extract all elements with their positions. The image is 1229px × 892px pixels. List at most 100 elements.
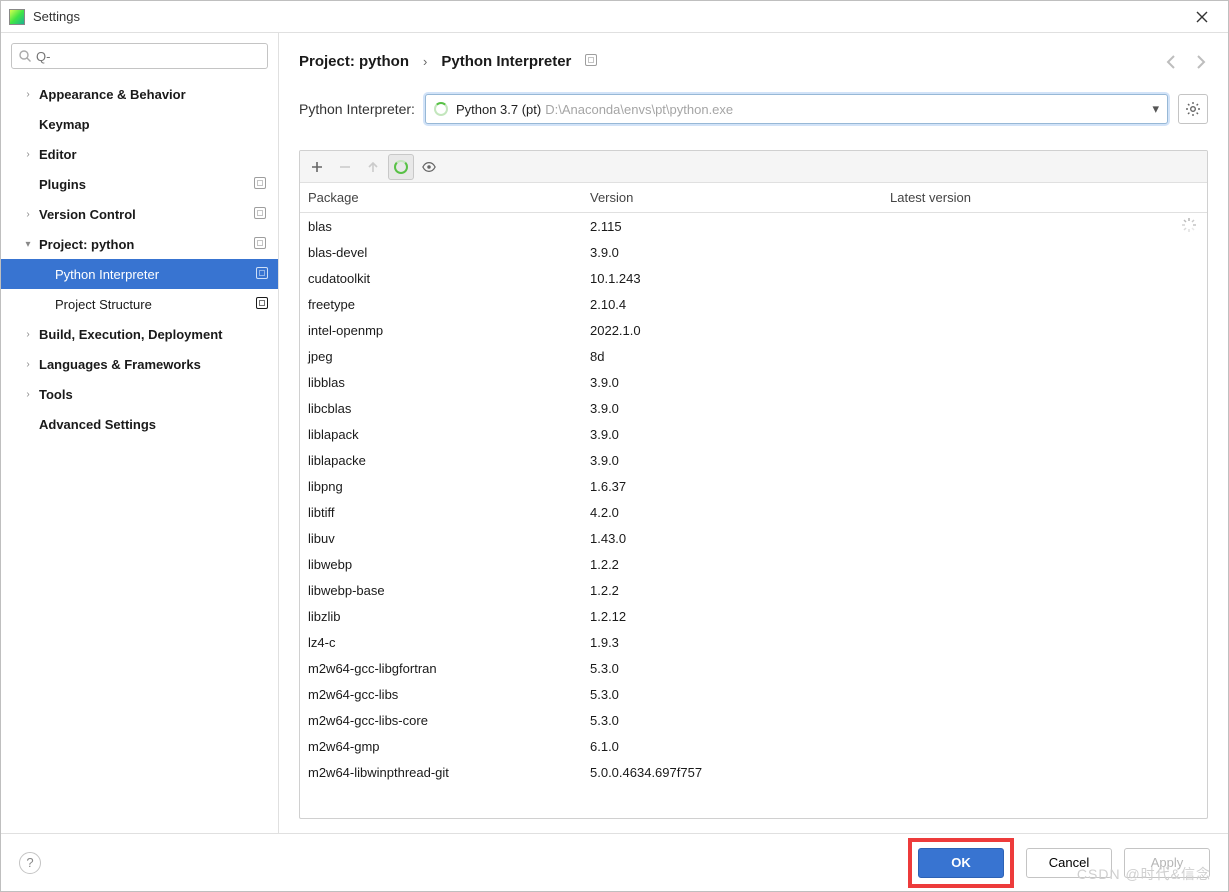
sidebar-item-build-execution-deployment[interactable]: ›Build, Execution, Deployment	[1, 319, 278, 349]
sidebar-item-appearance-behavior[interactable]: ›Appearance & Behavior	[1, 79, 278, 109]
scope-icon	[256, 267, 268, 282]
eye-icon	[422, 160, 436, 174]
sidebar-item-advanced-settings[interactable]: Advanced Settings	[1, 409, 278, 439]
sidebar-item-label: Advanced Settings	[39, 417, 268, 432]
package-version: 5.3.0	[590, 687, 890, 702]
package-version: 1.2.12	[590, 609, 890, 624]
column-latest[interactable]: Latest version	[890, 190, 1207, 205]
packages-list[interactable]: blas2.115blas-devel3.9.0cudatoolkit10.1.…	[300, 213, 1207, 818]
package-name: libwebp-base	[300, 583, 590, 598]
column-package[interactable]: Package	[300, 190, 590, 205]
breadcrumb-project[interactable]: Project: python	[299, 53, 409, 70]
package-row[interactable]: liblapack3.9.0	[300, 421, 1207, 447]
breadcrumb-page: Python Interpreter	[441, 53, 571, 70]
package-row[interactable]: libtiff4.2.0	[300, 499, 1207, 525]
package-row[interactable]: jpeg8d	[300, 343, 1207, 369]
package-version: 5.3.0	[590, 713, 890, 728]
upgrade-package-button	[360, 154, 386, 180]
sidebar-item-editor[interactable]: ›Editor	[1, 139, 278, 169]
column-version[interactable]: Version	[590, 190, 890, 205]
ok-button[interactable]: OK	[918, 848, 1004, 878]
scope-icon	[254, 207, 268, 221]
chevron-right-icon: ›	[17, 89, 39, 100]
search-input[interactable]	[11, 43, 268, 69]
scope-icon	[585, 54, 597, 69]
package-row[interactable]: libwebp-base1.2.2	[300, 577, 1207, 603]
package-row[interactable]: freetype2.10.4	[300, 291, 1207, 317]
package-version: 2.115	[590, 219, 890, 234]
chevron-down-icon: ▾	[1152, 101, 1159, 117]
package-version: 3.9.0	[590, 453, 890, 468]
interpreter-path: D:\Anaconda\envs\pt\python.exe	[545, 102, 733, 117]
package-name: m2w64-gcc-libs-core	[300, 713, 590, 728]
cancel-button[interactable]: Cancel	[1026, 848, 1112, 878]
package-row[interactable]: m2w64-gcc-libs-core5.3.0	[300, 707, 1207, 733]
package-row[interactable]: libblas3.9.0	[300, 369, 1207, 395]
package-row[interactable]: libuv1.43.0	[300, 525, 1207, 551]
window-close-button[interactable]	[1184, 1, 1220, 33]
package-row[interactable]: m2w64-gcc-libgfortran5.3.0	[300, 655, 1207, 681]
sidebar-item-project-python[interactable]: ▾Project: python	[1, 229, 278, 259]
chevron-right-icon: ›	[17, 359, 39, 370]
package-row[interactable]: blas2.115	[300, 213, 1207, 239]
package-version: 8d	[590, 349, 890, 364]
sidebar-item-languages-frameworks[interactable]: ›Languages & Frameworks	[1, 349, 278, 379]
package-row[interactable]: intel-openmp2022.1.0	[300, 317, 1207, 343]
package-version: 3.9.0	[590, 375, 890, 390]
sidebar-item-version-control[interactable]: ›Version Control	[1, 199, 278, 229]
package-row[interactable]: m2w64-libwinpthread-git5.0.0.4634.697f75…	[300, 759, 1207, 785]
package-name: lz4-c	[300, 635, 590, 650]
package-row[interactable]: cudatoolkit10.1.243	[300, 265, 1207, 291]
chevron-right-icon: ›	[17, 149, 39, 160]
search-field[interactable]	[36, 49, 261, 64]
nav-back-icon[interactable]	[1164, 54, 1180, 70]
packages-toolbar	[300, 151, 1207, 183]
show-early-releases-button[interactable]	[416, 154, 442, 180]
package-name: m2w64-libwinpthread-git	[300, 765, 590, 780]
package-row[interactable]: libpng1.6.37	[300, 473, 1207, 499]
package-row[interactable]: lz4-c1.9.3	[300, 629, 1207, 655]
interpreter-label: Python Interpreter:	[299, 101, 415, 117]
package-name: blas-devel	[300, 245, 590, 260]
package-name: m2w64-gcc-libs	[300, 687, 590, 702]
package-version: 4.2.0	[590, 505, 890, 520]
package-row[interactable]: libcblas3.9.0	[300, 395, 1207, 421]
package-name: m2w64-gcc-libgfortran	[300, 661, 590, 676]
package-version: 10.1.243	[590, 271, 890, 286]
nav-forward-icon[interactable]	[1192, 54, 1208, 70]
package-name: libwebp	[300, 557, 590, 572]
interpreter-select[interactable]: Python 3.7 (pt) D:\Anaconda\envs\pt\pyth…	[425, 94, 1168, 124]
close-icon	[1196, 11, 1208, 23]
package-name: libpng	[300, 479, 590, 494]
interpreter-name: Python 3.7 (pt)	[456, 102, 541, 117]
loading-icon	[1181, 217, 1197, 233]
sidebar-item-keymap[interactable]: Keymap	[1, 109, 278, 139]
app-icon	[9, 9, 25, 25]
interpreter-settings-button[interactable]	[1178, 94, 1208, 124]
package-row[interactable]: m2w64-gcc-libs5.3.0	[300, 681, 1207, 707]
sidebar-item-plugins[interactable]: Plugins	[1, 169, 278, 199]
help-button[interactable]: ?	[19, 852, 41, 874]
package-row[interactable]: m2w64-gmp6.1.0	[300, 733, 1207, 759]
sidebar-item-project-structure[interactable]: Project Structure	[1, 289, 278, 319]
conda-icon	[394, 160, 408, 174]
apply-button: Apply	[1124, 848, 1210, 878]
sidebar-item-tools[interactable]: ›Tools	[1, 379, 278, 409]
sidebar-item-label: Project Structure	[55, 297, 256, 312]
package-name: liblapack	[300, 427, 590, 442]
package-row[interactable]: blas-devel3.9.0	[300, 239, 1207, 265]
scope-icon	[254, 177, 268, 191]
package-version: 2.10.4	[590, 297, 890, 312]
chevron-right-icon: ›	[423, 54, 427, 69]
package-row[interactable]: liblapacke3.9.0	[300, 447, 1207, 473]
minus-icon	[338, 160, 352, 174]
package-row[interactable]: libwebp1.2.2	[300, 551, 1207, 577]
scope-icon	[254, 237, 268, 251]
package-name: m2w64-gmp	[300, 739, 590, 754]
add-package-button[interactable]	[304, 154, 330, 180]
conda-button[interactable]	[388, 154, 414, 180]
package-version: 1.6.37	[590, 479, 890, 494]
breadcrumb: Project: python › Python Interpreter	[299, 53, 1208, 70]
sidebar-item-python-interpreter[interactable]: Python Interpreter	[1, 259, 278, 289]
package-row[interactable]: libzlib1.2.12	[300, 603, 1207, 629]
